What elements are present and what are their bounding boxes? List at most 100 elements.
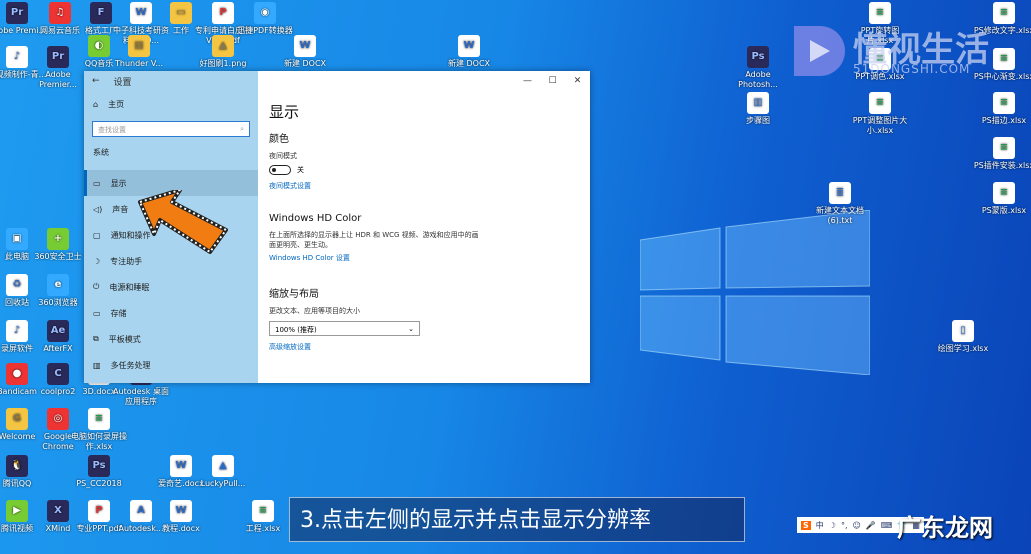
nav-home[interactable]: ⌂ 主页	[84, 91, 258, 117]
hd-color-description: 在上面所选择的显示器上让 HDR 和 WCG 视频、游戏和应用中的画面更明亮、更…	[269, 231, 479, 249]
desktop-icon[interactable]: ◉ 迅捷PDF转换器	[234, 2, 296, 36]
windows-logo	[640, 210, 870, 375]
search-input[interactable]: 查找设置 ⌕	[92, 121, 250, 137]
app-icon: Pr	[47, 46, 69, 68]
app-icon: ◉	[254, 2, 276, 24]
toggle-switch[interactable]	[269, 165, 291, 175]
folder-icon: ▭	[170, 2, 192, 24]
desktop-icon[interactable]: +360安全卫士	[27, 228, 89, 262]
app-icon: Ps	[88, 455, 110, 477]
xlsx-icon: ≡	[993, 182, 1015, 204]
app-icon: ▤	[128, 35, 150, 57]
desktop-icon[interactable]: ≡ PS描边.xlsx	[973, 92, 1031, 126]
desktop-icon[interactable]: 🐧 腾讯QQ	[0, 455, 48, 489]
scale-label: 更改文本、应用等项目的大小	[269, 307, 360, 315]
site-watermark: 广东龙网	[897, 514, 993, 542]
nav-storage[interactable]: ▭ 存储	[84, 300, 258, 326]
moon-icon: ☽	[93, 256, 101, 266]
doc-icon: W	[458, 35, 480, 57]
punctuation-icon[interactable]: °,	[841, 521, 848, 530]
close-button[interactable]: ✕	[565, 71, 590, 91]
app-icon: A	[130, 500, 152, 522]
app-icon: C	[47, 363, 69, 385]
color-heading: 颜色	[269, 134, 289, 145]
nav-power[interactable]: ⏻ 电源和睡眠	[84, 274, 258, 300]
desktop-icon[interactable]: ≡ PPT调整图片大小.xlsx	[849, 92, 911, 136]
desktop-icon[interactable]: ▯ 绘图学习.xlsx	[932, 320, 994, 354]
desktop-icon[interactable]: ▲ 好图刷1.png	[192, 35, 254, 69]
desktop-icon[interactable]: W 教程.docx	[150, 500, 212, 534]
desktop-icon[interactable]: ≡ 工程.xlsx	[232, 500, 294, 534]
desktop-icon[interactable]: Ps Adobe Photosh...	[727, 46, 789, 90]
moon-icon[interactable]: ☽	[829, 521, 836, 530]
xlsx-icon: ≡	[993, 137, 1015, 159]
app-icon: Ps	[747, 46, 769, 68]
back-button[interactable]: ←	[92, 76, 100, 86]
night-light-toggle[interactable]: 关	[269, 165, 590, 175]
page-title: 显示	[269, 103, 300, 121]
desktop-icon[interactable]: ▲ LuckyPull...	[192, 455, 254, 489]
desktop-icon[interactable]: e 360浏览器	[27, 274, 89, 308]
ime-mode[interactable]: 中	[816, 520, 824, 531]
pdf-icon: P	[212, 2, 234, 24]
emoji-icon[interactable]: ☺	[852, 521, 860, 530]
keyboard-icon[interactable]: ⌨	[881, 521, 893, 530]
section-label: 系统	[93, 148, 109, 157]
chrome-icon: ◎	[47, 408, 69, 430]
search-icon: ⌕	[240, 125, 244, 133]
app-icon: ♫	[49, 2, 71, 24]
desktop-icon[interactable]: ▤ Thunder V...	[108, 35, 170, 69]
pointer-arrow-icon	[138, 190, 228, 254]
app-icon: Ae	[47, 320, 69, 342]
desktop-icon[interactable]: ▥ 步骤图	[727, 92, 789, 126]
app-icon: F	[90, 2, 112, 24]
app-icon: ●	[6, 363, 28, 385]
speaker-icon: ◁)	[93, 204, 103, 214]
xlsx-icon: ≡	[869, 92, 891, 114]
caption-subtitle: 3.点击左侧的显示并点击显示分辨率	[289, 497, 745, 542]
xlsx-icon: ≡	[993, 2, 1015, 24]
app-icon: ▶	[6, 500, 28, 522]
desktop-icon[interactable]: ≡ PS蒙版.xlsx	[973, 182, 1031, 216]
txt-icon: ≣	[829, 182, 851, 204]
watermark: 懂视生活 51DONGSHI.COM	[790, 22, 989, 84]
nav-multitasking[interactable]: ▥ 多任务处理	[84, 352, 258, 378]
app-icon: +	[47, 228, 69, 250]
minimize-button[interactable]: —	[515, 71, 540, 91]
desktop-icon[interactable]: ≣ 新建文本文档(6).txt	[809, 182, 871, 226]
xlsx-icon: ≡	[88, 408, 110, 430]
nav-tablet[interactable]: ⧉ 平板模式	[84, 326, 258, 352]
doc-icon: W	[294, 35, 316, 57]
app-icon: X	[47, 500, 69, 522]
xlsx-icon: ≡	[993, 48, 1015, 70]
app-icon: e	[47, 274, 69, 296]
desktop-icon[interactable]: W 新建 DOCX	[274, 35, 336, 69]
app-icon: ♪	[6, 320, 28, 342]
pdf-icon: P	[88, 500, 110, 522]
chevron-down-icon: ⌄	[408, 325, 414, 333]
scale-dropdown[interactable]: 100% (推荐) ⌄	[269, 321, 420, 336]
qq-icon: 🐧	[6, 455, 28, 477]
monitor-icon: ▭	[93, 178, 101, 188]
desktop-icon[interactable]: ≡ PS插件安装.xlsx	[973, 137, 1031, 171]
app-icon: ▲	[212, 455, 234, 477]
desktop-icon[interactable]: ♪ 录屏软件	[0, 320, 48, 354]
desktop-icon[interactable]: W 新建 DOCX	[438, 35, 500, 69]
app-icon: Pr	[6, 2, 28, 24]
night-light-label: 夜间模式	[269, 152, 297, 160]
image-icon: ▲	[212, 35, 234, 57]
microphone-icon[interactable]: 🎤	[866, 521, 876, 530]
night-light-settings-link[interactable]: 夜间模式设置	[269, 181, 590, 191]
advanced-scaling-link[interactable]: 高级缩放设置	[269, 342, 590, 352]
maximize-button[interactable]: ☐	[540, 71, 565, 91]
desktop-icon[interactable]: Ps PS_CC2018	[68, 455, 130, 489]
multitask-icon: ▥	[93, 360, 101, 370]
desktop-icon[interactable]: ≡ 电脑如何录屏操作.xlsx	[68, 408, 130, 452]
storage-icon: ▭	[93, 308, 101, 318]
doc-icon: W	[170, 500, 192, 522]
window-title: 设置	[113, 77, 132, 88]
app-icon: ♪	[6, 46, 28, 68]
doc-icon: W	[130, 2, 152, 24]
hd-color-settings-link[interactable]: Windows HD Color 设置	[269, 253, 590, 263]
recycle-bin-icon: ♻	[6, 274, 28, 296]
